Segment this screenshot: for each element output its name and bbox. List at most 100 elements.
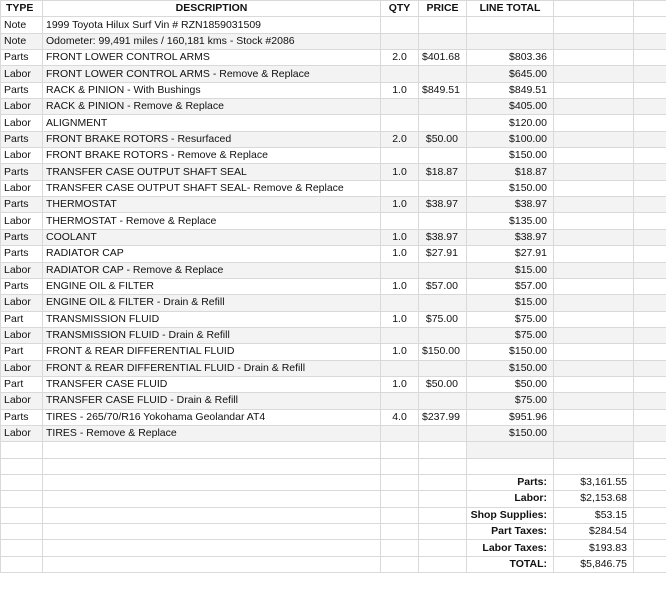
- row-price-cell[interactable]: $50.00: [418, 130, 467, 149]
- row-line-total-cell[interactable]: $100.00: [466, 130, 554, 149]
- summary-label[interactable]: Part Taxes:: [466, 522, 554, 541]
- row-qty-cell[interactable]: 1.0: [380, 163, 419, 181]
- row-line-total-cell[interactable]: $57.00: [466, 277, 554, 296]
- empty-cell[interactable]: [553, 16, 634, 34]
- row-line-total-cell[interactable]: $405.00: [466, 98, 554, 116]
- empty-cell[interactable]: [633, 310, 666, 328]
- header-price[interactable]: PRICE: [418, 0, 467, 18]
- row-type-cell[interactable]: Parts: [0, 277, 43, 296]
- row-description-cell[interactable]: COOLANT: [42, 228, 381, 247]
- empty-cell[interactable]: [633, 375, 666, 394]
- empty-cell[interactable]: [380, 506, 419, 525]
- row-line-total-cell[interactable]: $135.00: [466, 212, 554, 230]
- row-price-cell[interactable]: $38.97: [418, 196, 467, 214]
- empty-cell[interactable]: [0, 506, 43, 525]
- row-price-cell[interactable]: $57.00: [418, 277, 467, 296]
- empty-cell[interactable]: [633, 539, 666, 557]
- empty-cell[interactable]: [553, 130, 634, 149]
- empty-cell[interactable]: [633, 522, 666, 541]
- row-price-cell[interactable]: [418, 424, 467, 443]
- row-qty-cell[interactable]: 1.0: [380, 310, 419, 328]
- empty-cell[interactable]: [633, 228, 666, 247]
- empty-cell[interactable]: [633, 16, 666, 34]
- row-description-cell[interactable]: FRONT & REAR DIFFERENTIAL FLUID - Drain …: [42, 359, 381, 377]
- empty-cell[interactable]: [418, 457, 467, 475]
- empty-cell[interactable]: [553, 81, 634, 100]
- empty-cell[interactable]: [553, 114, 634, 132]
- row-description-cell[interactable]: FRONT & REAR DIFFERENTIAL FLUID: [42, 343, 381, 361]
- empty-cell[interactable]: [633, 245, 666, 263]
- row-type-cell[interactable]: Labor: [0, 424, 43, 443]
- empty-cell[interactable]: [633, 408, 666, 426]
- row-price-cell[interactable]: $38.97: [418, 228, 467, 247]
- row-type-cell[interactable]: Labor: [0, 98, 43, 116]
- row-type-cell[interactable]: Note: [0, 32, 43, 51]
- empty-cell[interactable]: [633, 65, 666, 83]
- empty-cell[interactable]: [633, 555, 666, 574]
- empty-cell[interactable]: [553, 147, 634, 165]
- row-price-cell[interactable]: $849.51: [418, 81, 467, 100]
- row-price-cell[interactable]: [418, 392, 467, 410]
- row-type-cell[interactable]: Labor: [0, 65, 43, 83]
- row-type-cell[interactable]: Part: [0, 375, 43, 394]
- row-qty-cell[interactable]: [380, 16, 419, 34]
- summary-value[interactable]: $2,153.68: [553, 490, 634, 508]
- empty-cell[interactable]: [633, 261, 666, 279]
- row-price-cell[interactable]: $50.00: [418, 375, 467, 394]
- row-type-cell[interactable]: Parts: [0, 245, 43, 263]
- empty-cell[interactable]: [418, 441, 467, 459]
- empty-cell[interactable]: [553, 277, 634, 296]
- empty-cell[interactable]: [418, 490, 467, 508]
- empty-cell[interactable]: [0, 539, 43, 557]
- empty-cell[interactable]: [553, 261, 634, 279]
- row-description-cell[interactable]: ENGINE OIL & FILTER - Drain & Refill: [42, 294, 381, 312]
- empty-cell[interactable]: [418, 539, 467, 557]
- row-type-cell[interactable]: Labor: [0, 114, 43, 132]
- row-line-total-cell[interactable]: $75.00: [466, 392, 554, 410]
- row-line-total-cell[interactable]: [466, 32, 554, 51]
- empty-cell[interactable]: [380, 555, 419, 574]
- row-price-cell[interactable]: [418, 65, 467, 83]
- row-line-total-cell[interactable]: $38.97: [466, 196, 554, 214]
- row-description-cell[interactable]: THERMOSTAT: [42, 196, 381, 214]
- row-line-total-cell[interactable]: $18.87: [466, 163, 554, 181]
- summary-label[interactable]: Parts:: [466, 473, 554, 492]
- header-qty[interactable]: QTY: [380, 0, 419, 18]
- row-line-total-cell[interactable]: $75.00: [466, 326, 554, 345]
- empty-cell[interactable]: [0, 490, 43, 508]
- empty-cell[interactable]: [553, 245, 634, 263]
- empty-cell[interactable]: [553, 228, 634, 247]
- row-type-cell[interactable]: Parts: [0, 196, 43, 214]
- empty-cell[interactable]: [633, 147, 666, 165]
- empty-cell[interactable]: [633, 212, 666, 230]
- empty-cell[interactable]: [380, 441, 419, 459]
- row-line-total-cell[interactable]: $150.00: [466, 179, 554, 198]
- row-line-total-cell[interactable]: $38.97: [466, 228, 554, 247]
- row-description-cell[interactable]: TRANSFER CASE FLUID: [42, 375, 381, 394]
- row-description-cell[interactable]: ALIGNMENT: [42, 114, 381, 132]
- row-type-cell[interactable]: Labor: [0, 294, 43, 312]
- row-line-total-cell[interactable]: $50.00: [466, 375, 554, 394]
- header-type[interactable]: TYPE: [0, 0, 43, 18]
- empty-cell[interactable]: [0, 441, 43, 459]
- row-qty-cell[interactable]: 1.0: [380, 228, 419, 247]
- empty-cell[interactable]: [553, 294, 634, 312]
- empty-cell[interactable]: [553, 0, 634, 18]
- empty-cell[interactable]: [380, 490, 419, 508]
- row-type-cell[interactable]: Labor: [0, 392, 43, 410]
- empty-cell[interactable]: [633, 277, 666, 296]
- empty-cell[interactable]: [380, 522, 419, 541]
- empty-cell[interactable]: [42, 473, 381, 492]
- row-price-cell[interactable]: $75.00: [418, 310, 467, 328]
- empty-cell[interactable]: [42, 457, 381, 475]
- row-qty-cell[interactable]: 2.0: [380, 130, 419, 149]
- empty-cell[interactable]: [553, 32, 634, 51]
- empty-cell[interactable]: [633, 0, 666, 18]
- row-qty-cell[interactable]: 1.0: [380, 343, 419, 361]
- empty-cell[interactable]: [42, 441, 381, 459]
- empty-cell[interactable]: [42, 539, 381, 557]
- row-description-cell[interactable]: RACK & PINION - Remove & Replace: [42, 98, 381, 116]
- empty-cell[interactable]: [633, 473, 666, 492]
- row-price-cell[interactable]: $27.91: [418, 245, 467, 263]
- empty-cell[interactable]: [418, 506, 467, 525]
